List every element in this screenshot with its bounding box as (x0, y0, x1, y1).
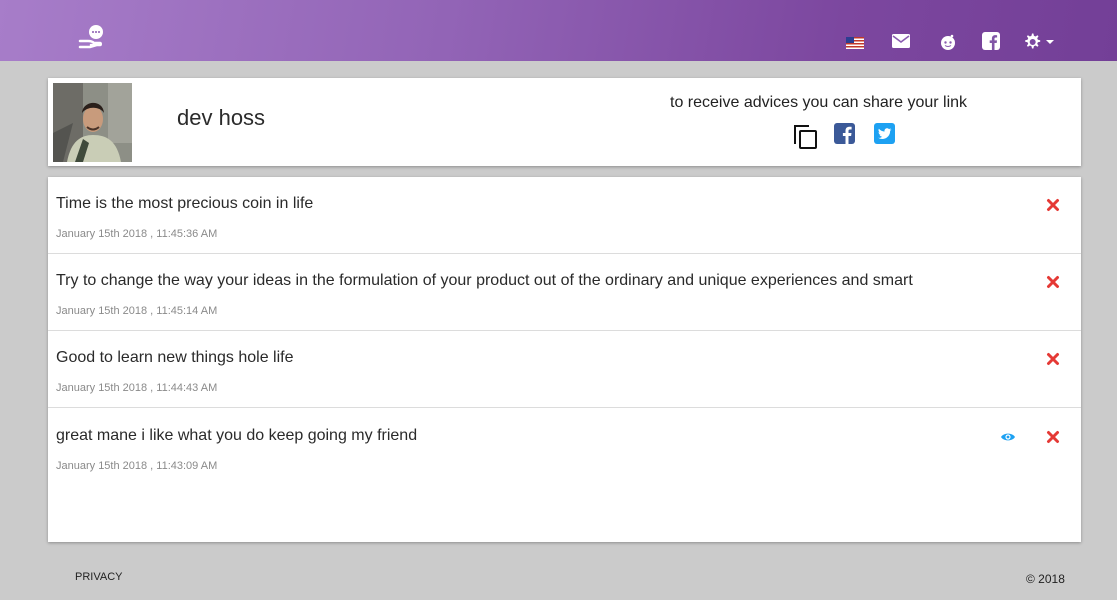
privacy-link[interactable]: PRIVACY (75, 571, 122, 583)
messages-list: Time is the most precious coin in life J… (48, 177, 1081, 542)
message-date: January 15th 2018 , 11:44:43 AM (56, 382, 218, 394)
avatar-photo (53, 83, 132, 162)
delete-icon[interactable] (1046, 275, 1060, 289)
eye-icon[interactable] (1000, 431, 1016, 443)
caret-down-icon[interactable] (1046, 40, 1054, 44)
message-text: great mane i like what you do keep going… (56, 427, 418, 444)
mail-icon[interactable] (892, 34, 910, 48)
message-item: Try to change the way your ideas in the … (48, 254, 1081, 331)
reddit-icon[interactable] (939, 33, 957, 51)
message-text: Try to change the way your ideas in the … (56, 272, 913, 289)
message-date: January 15th 2018 , 11:43:09 AM (56, 460, 218, 472)
facebook-icon[interactable] (982, 32, 1000, 50)
message-date: January 15th 2018 , 11:45:36 AM (56, 228, 218, 240)
message-date: January 15th 2018 , 11:45:14 AM (56, 305, 218, 317)
delete-icon[interactable] (1046, 352, 1060, 366)
gear-icon[interactable] (1022, 32, 1042, 52)
facebook-share-icon[interactable] (834, 123, 855, 144)
us-flag-icon[interactable] (846, 37, 864, 49)
message-item: Good to learn new things hole life Janua… (48, 331, 1081, 408)
hand-chat-logo-icon[interactable] (78, 24, 106, 50)
share-link-text: to receive advices you can share your li… (670, 94, 968, 111)
copyright-text: © 2018 (1026, 572, 1065, 586)
profile-card: dev hoss to receive advices you can shar… (48, 78, 1081, 166)
twitter-share-icon[interactable] (874, 123, 895, 144)
profile-name: dev hoss (177, 105, 266, 130)
delete-icon[interactable] (1046, 430, 1060, 444)
message-item: Time is the most precious coin in life J… (48, 177, 1081, 254)
avatar[interactable] (53, 83, 132, 162)
message-item: great mane i like what you do keep going… (48, 409, 1081, 486)
message-text: Time is the most precious coin in life (56, 195, 314, 212)
message-text: Good to learn new things hole life (56, 349, 294, 366)
delete-icon[interactable] (1046, 198, 1060, 212)
top-navbar (0, 0, 1117, 61)
copy-icon[interactable] (792, 123, 819, 150)
